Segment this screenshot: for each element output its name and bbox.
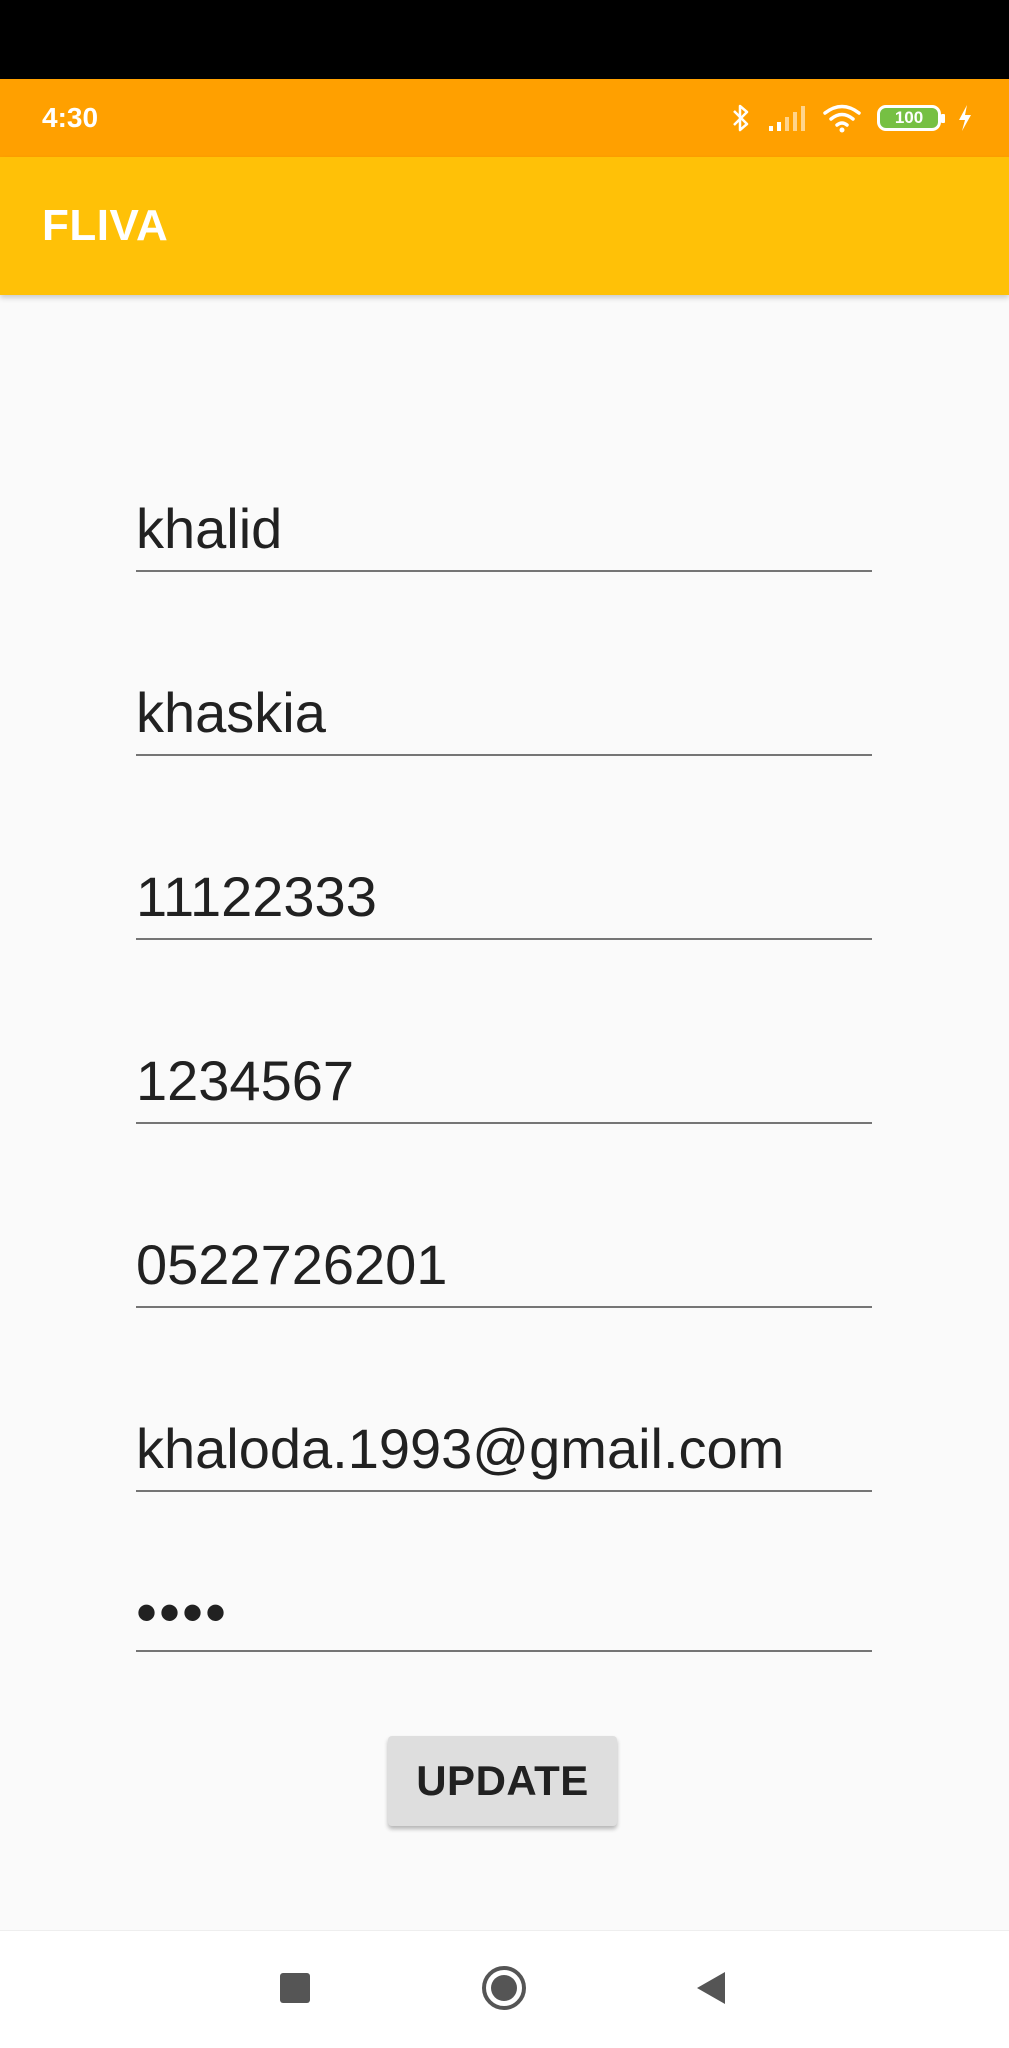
number-input[interactable]: 1234567 [136,1048,872,1114]
last-name-input[interactable]: khaskia [136,680,872,746]
home-icon [480,1964,528,2017]
id-number-field[interactable]: 11122333 [136,860,872,940]
first-name-field[interactable]: khalid [136,492,872,572]
wifi-icon [823,103,861,133]
update-button[interactable]: UPDATE [388,1736,617,1826]
signal-icon [767,104,807,132]
app-title: FLIVA [42,201,169,250]
back-button[interactable] [656,1931,766,2048]
home-button[interactable] [449,1931,559,2048]
back-icon [695,1971,727,2010]
recents-button[interactable] [240,1931,350,2048]
bluetooth-icon [731,103,751,133]
number-field[interactable]: 1234567 [136,1044,872,1124]
status-time: 4:30 [42,102,99,133]
app-bar: FLIVA [0,157,1009,295]
first-name-input[interactable]: khalid [136,496,872,562]
phone-field[interactable]: 0522726201 [136,1228,872,1308]
phone-input[interactable]: 0522726201 [136,1232,872,1298]
email-field[interactable]: khaloda.1993@gmail.com [136,1412,872,1492]
last-name-field[interactable]: khaskia [136,676,872,756]
top-bezel [0,0,1009,79]
id-number-input[interactable]: 11122333 [136,864,872,930]
charging-icon [957,104,973,132]
password-input[interactable]: •••• [136,1580,872,1646]
battery-icon: 100 [877,105,945,131]
password-field[interactable]: •••• [136,1572,872,1652]
navigation-bar [0,1930,1009,2048]
app-screen: 4:30 100 FLIVA khalid khaskia 11122333 1… [0,0,1009,2048]
status-bar: 4:30 100 [0,79,1009,157]
email-input[interactable]: khaloda.1993@gmail.com [136,1416,872,1482]
recents-icon [279,1972,311,2009]
status-icons: 100 [731,79,973,157]
